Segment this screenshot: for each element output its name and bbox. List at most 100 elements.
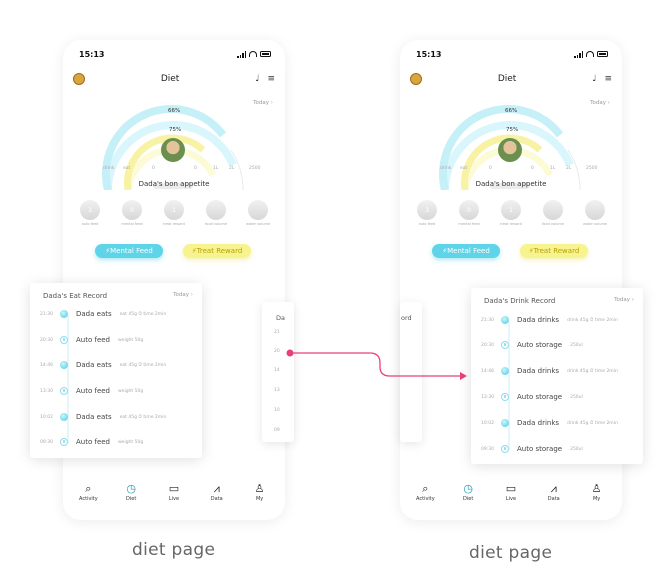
signal-icon [574, 50, 583, 58]
row-meta: 250ul [570, 342, 583, 348]
counter-water-volume[interactable]: water volume [245, 200, 271, 226]
counter-auto-feed[interactable]: 3 auto feed [414, 200, 440, 226]
counter-value: 0 [122, 200, 142, 220]
counter-label: mental feed [458, 222, 480, 226]
connector-line [290, 352, 464, 377]
row-meta: drink 45g ⏱ time 2min [567, 318, 618, 323]
outer-percent: 66% [168, 108, 181, 114]
nav-diet[interactable]: ◷ Diet [113, 482, 149, 503]
treat-reward-button[interactable]: ⚡ Treat Reward [520, 244, 588, 258]
counter-food-volume[interactable]: food volume [203, 200, 229, 226]
today-label: Today [614, 297, 631, 303]
menu-icon[interactable]: ≡ [267, 74, 275, 84]
row-meta: eat 45g ⏱ time 2min [119, 363, 167, 368]
flow-connector [286, 349, 467, 380]
counter-value [206, 200, 226, 220]
counter-treat-reward[interactable]: 1 treat reward [161, 200, 187, 226]
row-action: Dada drinks [517, 367, 560, 375]
mental-feed-label: Mental Feed [110, 247, 153, 255]
tick-2l: 2L [566, 166, 572, 171]
pet-photo [498, 138, 522, 162]
nav-activity[interactable]: ⌕ Activity [70, 483, 106, 503]
record-row[interactable]: 13:30 Auto storage 250ul [471, 391, 643, 403]
nav-activity[interactable]: ⌕ Activity [407, 483, 443, 503]
record-row[interactable]: 10:02 Dada drinks drink 45g ⏱ time 2min [471, 417, 643, 429]
nav-data[interactable]: ⩘ Data [536, 483, 572, 503]
clock-icon: ◷ [126, 482, 136, 495]
peek-time: 10 [274, 408, 280, 413]
bon-appetite-label: Dada's bon appetite [138, 180, 210, 188]
record-row[interactable]: 20:30 Auto storage 250ul [471, 339, 643, 351]
record-row[interactable]: 09:30 Auto storage 250ul [471, 443, 643, 455]
counter-mental-feed[interactable]: 0 mental feed [119, 200, 145, 226]
camera-icon: ▭ [168, 482, 180, 495]
caption-left: diet page [132, 540, 216, 560]
record-row[interactable]: 21:30 Dada drinks drink 45g ⏱ time 2min [471, 314, 643, 326]
drink-record-today[interactable]: Today › [614, 297, 634, 305]
counter-value [248, 200, 268, 220]
feeder-icon [60, 387, 68, 395]
eat-record-title: Dada's Eat Record [43, 292, 108, 300]
record-row[interactable]: 21:30 Dada eats eat 45g ⏱ time 2min [30, 308, 202, 320]
nav-my[interactable]: ♙ My [579, 483, 615, 503]
record-row[interactable]: 20:30 Auto feed weight 50g [30, 334, 202, 346]
tick-drink: drink [103, 166, 115, 171]
counter-auto-feed[interactable]: 3 auto feed [77, 200, 103, 226]
tick-2500: 2500 [249, 166, 261, 171]
row-action: Dada eats [76, 413, 112, 421]
pet-avatar[interactable] [410, 73, 422, 85]
counter-water-volume[interactable]: water volume [582, 200, 608, 226]
counter-value [585, 200, 605, 220]
counter-food-volume[interactable]: food volume [540, 200, 566, 226]
tick-zero-right: 0 [531, 166, 534, 171]
nav-label: Diet [463, 496, 474, 502]
row-action: Auto storage [517, 393, 563, 401]
nav-live[interactable]: ▭ Live [493, 483, 529, 503]
row-action: Auto feed [76, 438, 110, 446]
outer-percent: 66% [505, 108, 518, 114]
status-icons [237, 50, 271, 58]
peek-time: 13 [274, 388, 280, 393]
caption-right: diet page [469, 543, 553, 563]
peek-time: 21 [274, 330, 280, 335]
eat-record-today[interactable]: Today › [173, 292, 193, 300]
nav-data[interactable]: ⩘ Data [199, 483, 235, 503]
record-row[interactable]: 14:46 Dada eats eat 45g ⏱ time 2min [30, 359, 202, 371]
counter-treat-reward[interactable]: 1 treat reward [498, 200, 524, 226]
counter-value: 1 [164, 200, 184, 220]
battery-icon [597, 51, 608, 57]
mental-feed-button[interactable]: ⚡ Mental Feed [95, 244, 163, 258]
nav-diet[interactable]: ◷ Diet [450, 483, 486, 503]
arrow-head-icon [460, 372, 467, 380]
drink-record-card: Dada's Drink Record Today › 21:30 Dada dr… [471, 288, 643, 464]
bottom-nav: ⌕ Activity ◷ Diet ▭ Live ⩘ Data ♙ My [400, 483, 622, 503]
tick-1l: 1L [213, 166, 219, 171]
peek-card-title: Da [276, 314, 285, 322]
nav-my[interactable]: ♙ My [242, 483, 278, 503]
nav-live[interactable]: ▭ Live [156, 482, 192, 503]
bottom-nav: ⌕ Activity ◷ Diet ▭ Live ⩘ Data ♙ My [63, 482, 285, 503]
counter-mental-feed[interactable]: 0 mental feed [456, 200, 482, 226]
record-row[interactable]: 09:30 Auto feed weight 50g [30, 436, 202, 448]
row-action: Dada drinks [517, 419, 560, 427]
row-action: Auto feed [76, 387, 110, 395]
mental-feed-button[interactable]: ⚡ Mental Feed [432, 244, 500, 258]
row-time: 09:30 [481, 446, 494, 452]
record-row[interactable]: 14:46 Dada drinks drink 45g ⏱ time 2min [471, 365, 643, 377]
nav-label: Data [210, 496, 223, 502]
nav-label: Live [505, 496, 517, 502]
status-bar: 15:13 [416, 48, 608, 60]
treat-reward-button[interactable]: ⚡ Treat Reward [183, 244, 251, 258]
app-bar: Diet ♩ ≡ [73, 72, 275, 86]
music-icon[interactable]: ♩ [592, 74, 596, 84]
row-time: 13:30 [40, 388, 53, 394]
counter-label: food volume [205, 222, 227, 226]
music-icon[interactable]: ♩ [255, 74, 259, 84]
record-row[interactable]: 10:02 Dada eats eat 45g ⏱ time 2min [30, 411, 202, 423]
row-time: 20:30 [40, 337, 53, 343]
menu-icon[interactable]: ≡ [604, 74, 612, 84]
record-row[interactable]: 13:30 Auto feed weight 50g [30, 385, 202, 397]
row-meta: eat 45g ⏱ time 2min [119, 415, 167, 420]
pet-avatar[interactable] [73, 73, 85, 85]
counter-label: water volume [245, 222, 271, 226]
